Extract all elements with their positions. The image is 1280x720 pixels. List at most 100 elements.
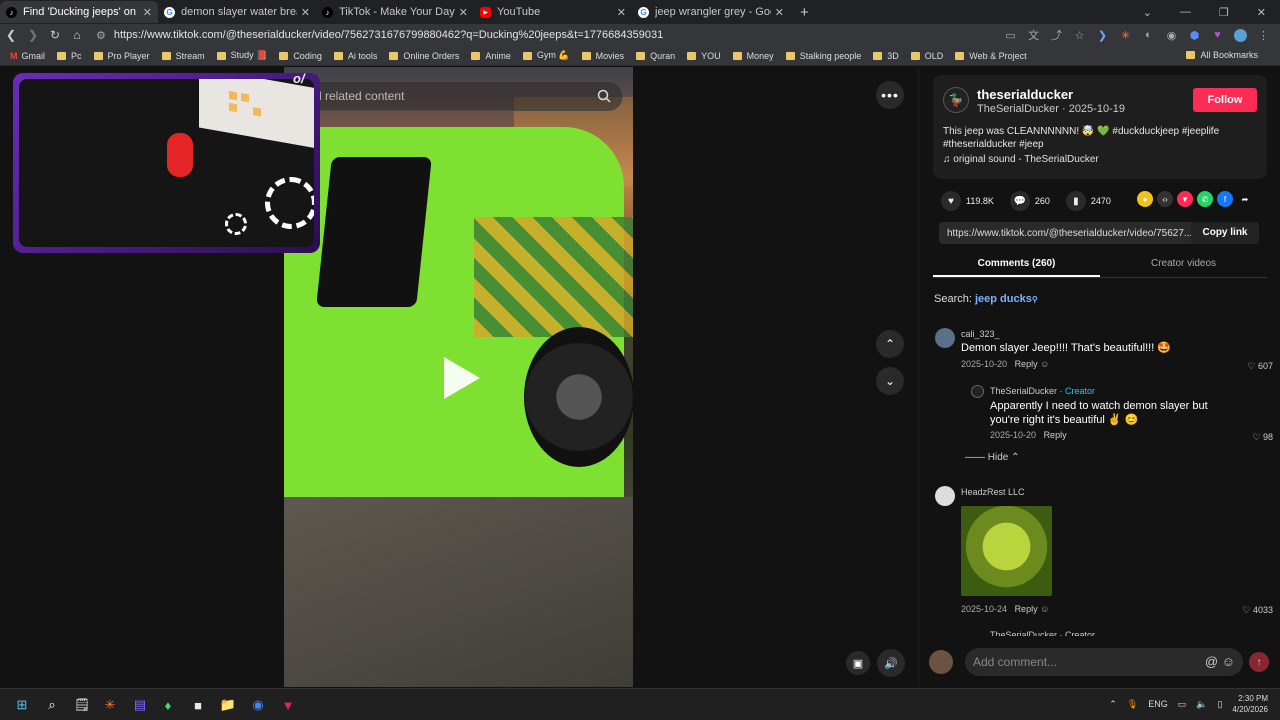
hide-replies-button[interactable]: —— Hide ⌃ [965, 452, 1020, 463]
close-window-icon[interactable]: ✕ [1257, 6, 1266, 19]
embed-icon[interactable]: ‹› [1157, 191, 1173, 207]
menu-icon[interactable]: ⋮ [1257, 29, 1270, 42]
extension-icon[interactable]: ♥ [1211, 29, 1224, 42]
translate-icon[interactable]: 文 [1027, 29, 1040, 42]
tab-creator-videos[interactable]: Creator videos [1100, 254, 1267, 277]
forward-icon[interactable]: ❯ [22, 28, 44, 42]
bookmark-folder[interactable]: Anime [471, 51, 511, 61]
profile-avatar[interactable] [1234, 28, 1247, 42]
search-related-input[interactable]: d related content [300, 81, 623, 111]
volume-icon[interactable]: 🔊 [877, 649, 905, 677]
maximize-icon[interactable]: ❐ [1219, 6, 1229, 19]
microphone-icon[interactable]: 🎙 [1127, 699, 1138, 710]
extension-icon[interactable]: ✳ [1119, 29, 1132, 42]
play-icon[interactable] [444, 357, 480, 399]
app-icon[interactable]: ▤ [130, 695, 150, 715]
commenter-name[interactable]: HeadzRest LLC [961, 487, 1025, 497]
bookmark-folder[interactable]: Ai tools [333, 51, 377, 61]
app-icon[interactable]: ▼ [278, 695, 298, 715]
comment-like[interactable]: ♡ 607 [1247, 361, 1273, 372]
minimize-icon[interactable]: — [1180, 6, 1191, 18]
all-bookmarks[interactable]: All Bookmarks [1186, 50, 1258, 60]
previous-video-button[interactable]: ⌃ [876, 330, 904, 358]
tab-tiktok-home[interactable]: ♪ TikTok - Make Your Day ✕ [316, 1, 474, 23]
new-tab-button[interactable]: + [800, 4, 809, 21]
commenter-avatar[interactable] [935, 328, 955, 348]
more-options-button[interactable]: ••• [876, 81, 904, 109]
bookmark-star-icon[interactable]: ☆ [1073, 29, 1086, 42]
close-tab-icon[interactable]: ✕ [301, 6, 310, 19]
url-field[interactable]: ⚙ https://www.tiktok.com/@theserialducke… [96, 29, 1004, 42]
creator-avatar[interactable]: 🦆 [943, 87, 969, 113]
add-comment-input[interactable]: Add comment... @ ☺ [965, 648, 1243, 676]
back-icon[interactable]: ❮ [0, 28, 22, 42]
reload-icon[interactable]: ↻ [44, 28, 66, 42]
reply-button[interactable]: Reply [1044, 430, 1067, 440]
copy-link-button[interactable]: Copy link [1191, 222, 1259, 244]
bookmark-folder[interactable]: Stream [161, 51, 205, 61]
extension-icon[interactable]: ◉ [1165, 29, 1178, 42]
commenter-name[interactable]: cali_323_ [961, 329, 1000, 339]
app-icon[interactable]: 🗒 [72, 695, 92, 715]
tray-chevron-icon[interactable]: ⌃ [1109, 699, 1117, 710]
tab-jeep-wrangler[interactable]: G jeep wrangler grey - Google Se ✕ [632, 1, 790, 23]
bookmark-folder[interactable]: Coding [279, 51, 322, 61]
clock[interactable]: 2:30 PM 4/20/2026 [1232, 693, 1268, 715]
bookmark-folder[interactable]: Money [732, 51, 774, 61]
bookmark-folder[interactable]: Study 📕 [216, 50, 267, 61]
puzzle-icon[interactable]: ⬢ [1188, 29, 1201, 42]
site-info-icon[interactable]: ⚙ [96, 29, 106, 42]
bookmark-folder[interactable]: Quran [636, 51, 675, 61]
close-tab-icon[interactable]: ✕ [459, 6, 468, 19]
video-player[interactable] [284, 67, 633, 687]
search-icon[interactable] [594, 87, 614, 105]
send-comment-button[interactable]: ↑ [1249, 652, 1269, 672]
network-icon[interactable]: ▭ [1178, 699, 1187, 710]
comment-search[interactable]: Search: jeep ducks⚲ [934, 293, 1038, 305]
floating-player-icon[interactable]: ▣ [846, 651, 870, 675]
reaction-icon[interactable]: ☺ [1040, 604, 1049, 614]
bookmark-folder[interactable]: 3D [873, 51, 899, 61]
mention-emoji-icons[interactable]: @ ☺ [1205, 648, 1235, 676]
commenter-avatar[interactable] [935, 486, 955, 506]
reply-button[interactable]: Reply [1015, 359, 1038, 369]
creator-avatar-small[interactable] [971, 385, 984, 398]
windows-start-icon[interactable]: ⊞ [12, 695, 32, 715]
facebook-icon[interactable]: f [1217, 191, 1233, 207]
tab-tiktok-search[interactable]: ♪ Find 'Ducking jeeps' on TikTok ✕ [0, 1, 158, 23]
like-button[interactable]: ♥ 119.8K [941, 191, 994, 211]
whatsapp-icon[interactable]: ✆ [1197, 191, 1213, 207]
extension-icon[interactable]: ❯ [1096, 29, 1109, 42]
app-icon[interactable]: ■ [188, 695, 208, 715]
reply-button[interactable]: Reply [1015, 604, 1038, 614]
bookmark-folder[interactable]: Stalking people [785, 51, 861, 61]
comment-like[interactable]: ♡ 4033 [1242, 605, 1273, 616]
comment-button[interactable]: 💬 260 [1009, 191, 1050, 211]
home-icon[interactable]: ⌂ [66, 28, 88, 42]
tab-demon-slayer[interactable]: G demon slayer water breathing ✕ [158, 1, 316, 23]
bookmark-folder[interactable]: Online Orders [389, 51, 459, 61]
repost-icon[interactable]: ▼ [1177, 191, 1193, 207]
language-indicator[interactable]: ENG [1148, 699, 1168, 709]
extension-icon[interactable]: ◐ [1142, 29, 1155, 42]
app-icon[interactable]: ♦ [158, 695, 178, 715]
close-tab-icon[interactable]: ✕ [775, 6, 784, 19]
browser-icon[interactable]: ◉ [248, 695, 268, 715]
share-icon[interactable]: ⤴ [1050, 29, 1063, 42]
bookmark-folder[interactable]: YOU [687, 51, 721, 61]
bookmark-folder[interactable]: Gym 💪 [522, 50, 570, 61]
cast-icon[interactable]: ▭ [1004, 29, 1017, 42]
creator-username[interactable]: theserialducker [977, 87, 1073, 102]
bookmark-folder[interactable]: Pc [57, 51, 82, 61]
sound-link[interactable]: ♫ original sound - TheSerialDucker [943, 154, 1099, 165]
next-video-button[interactable]: ⌄ [876, 367, 904, 395]
reaction-icon[interactable]: ☺ [1040, 359, 1049, 369]
share-link-text[interactable]: https://www.tiktok.com/@theserialducker/… [939, 228, 1191, 239]
bookmark-folder[interactable]: Web & Project [955, 51, 1027, 61]
volume-icon[interactable]: 🔈 [1196, 699, 1207, 710]
close-tab-icon[interactable]: ✕ [617, 6, 626, 19]
bookmark-folder[interactable]: Pro Player [93, 51, 150, 61]
tab-search-icon[interactable]: ⌄ [1143, 6, 1152, 19]
tab-youtube[interactable]: ▶ YouTube ✕ [474, 1, 632, 23]
tab-comments[interactable]: Comments (260) [933, 254, 1100, 277]
